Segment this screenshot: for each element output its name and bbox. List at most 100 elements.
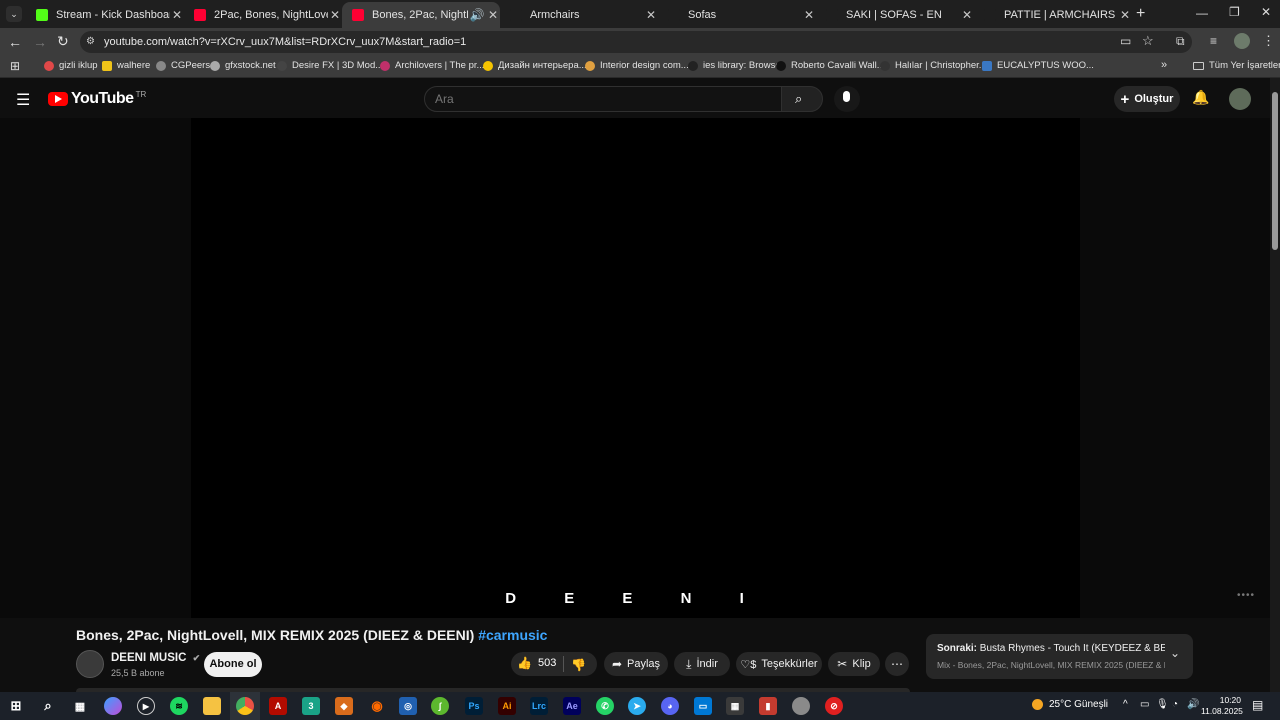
tab-saki-sofas[interactable]: SAKI | SOFAS - EN ✕ (816, 2, 974, 28)
download-button[interactable]: ⤓ İndir (674, 652, 730, 676)
calculator-icon[interactable]: ▦ (726, 697, 744, 715)
dislike-button[interactable]: 👎 (571, 656, 586, 674)
bookmark-item[interactable]: gizli iklup (44, 60, 98, 71)
speaker-icon[interactable]: 🔊 (468, 8, 486, 22)
after-effects-icon[interactable]: Ae (563, 697, 581, 715)
tab-kick-dashboard[interactable]: Stream - Kick Dashboard ✕ (26, 2, 184, 28)
voice-search-button[interactable] (834, 86, 860, 112)
forward-icon[interactable]: → (33, 34, 47, 50)
extensions-icon[interactable]: ⧉ (1176, 34, 1185, 49)
scrollbar-thumb[interactable] (1272, 92, 1278, 250)
minimize-button[interactable]: — (1196, 6, 1208, 20)
bookmark-item[interactable]: CGPeers (156, 60, 210, 71)
chevron-down-icon[interactable]: ⌄ (1170, 646, 1180, 660)
tab-armchairs[interactable]: Armchairs ✕ (500, 2, 658, 28)
new-tab-button[interactable]: + (1136, 5, 1145, 23)
telegram-icon[interactable]: ➤ (628, 697, 646, 715)
hamburger-menu-icon[interactable]: ☰ (16, 90, 30, 110)
tab-sofas[interactable]: Sofas ✕ (658, 2, 816, 28)
close-tab-icon[interactable]: ✕ (1118, 8, 1132, 22)
wifi-icon[interactable]: ◔ (1172, 699, 1178, 710)
bookmark-item[interactable]: EUCALYPTUS WOO... (982, 60, 1094, 71)
bookmark-item[interactable]: Halılar | Christopher... (880, 60, 987, 71)
app-gray-icon[interactable] (792, 697, 810, 715)
create-button[interactable]: + Oluştur (1114, 86, 1180, 112)
file-explorer-icon[interactable] (203, 697, 221, 715)
bookmark-item[interactable]: ies library: Browse (688, 60, 781, 71)
app-red-round-icon[interactable]: ⊘ (825, 697, 843, 715)
notification-center-icon[interactable]: ▤ (1252, 698, 1263, 712)
more-bookmarks-icon[interactable]: » (1161, 59, 1167, 71)
close-tab-icon[interactable]: ✕ (486, 8, 500, 22)
volume-icon[interactable]: 🔊 (1187, 699, 1199, 710)
discord-icon[interactable]: ◕ (661, 697, 679, 715)
apps-grid-icon[interactable]: ⊞ (10, 59, 20, 73)
photoshop-icon[interactable]: Ps (465, 697, 483, 715)
microphone-tray-icon[interactable]: 🎙 (1156, 699, 1169, 710)
close-tab-icon[interactable]: ✕ (960, 8, 974, 22)
site-info-icon[interactable]: ⚙ (86, 36, 95, 47)
app-blue-icon[interactable]: ◎ (399, 697, 417, 715)
close-window-button[interactable]: ✕ (1261, 5, 1271, 19)
all-bookmarks-folder[interactable]: Tüm Yer İşaretleri (1193, 60, 1280, 71)
whatsapp-icon[interactable]: ✆ (596, 697, 614, 715)
bookmark-item[interactable]: gfxstock.net (210, 60, 276, 71)
more-actions-button[interactable]: ⋯ (885, 652, 909, 676)
illustrator-icon[interactable]: Ai (498, 697, 516, 715)
bookmark-item[interactable]: Archilovers | The pr... (380, 60, 484, 71)
tab-youtube-mix[interactable]: 2Pac, Bones, NightLovell, Mix | ✕ (184, 2, 342, 28)
acrobat-icon[interactable]: A (269, 697, 287, 715)
windows-start-icon[interactable]: ⊞ (7, 697, 25, 715)
up-next-card[interactable]: Sonraki: Busta Rhymes - Touch It (KEYDEE… (926, 634, 1193, 679)
tray-app-icon[interactable]: ▭ (1140, 699, 1149, 710)
channel-avatar[interactable] (76, 650, 104, 678)
search-input[interactable] (424, 86, 782, 112)
bookmark-item[interactable]: Interior design com... (585, 60, 689, 71)
thanks-button[interactable]: ♡$ Teşekkürler (736, 652, 822, 676)
clock[interactable]: 10:20 11.08.2025 (1201, 695, 1243, 717)
app-red-icon[interactable]: ▮ (759, 697, 777, 715)
lightroom-classic-icon[interactable]: Lrc (530, 697, 548, 715)
task-view-icon[interactable]: ▦ (71, 697, 89, 715)
notifications-bell-icon[interactable]: 🔔 (1192, 89, 1209, 106)
clip-button[interactable]: ✂ Klip (828, 652, 880, 676)
copilot-icon[interactable] (104, 697, 122, 715)
video-player[interactable]: D E E N I (191, 118, 1080, 618)
url-text[interactable]: youtube.com/watch?v=rXCrv_uux7M&list=RDr… (104, 36, 466, 48)
close-tab-icon[interactable]: ✕ (644, 8, 658, 22)
bookmark-item[interactable]: Desire FX | 3D Mod... (277, 60, 383, 71)
app-green-icon[interactable]: ∫ (431, 697, 449, 715)
restore-button[interactable]: ❐ (1229, 5, 1240, 19)
tray-chevron-icon[interactable]: ^ (1123, 699, 1128, 710)
youtube-logo[interactable]: YouTube TR (48, 90, 146, 108)
brave-icon[interactable]: ◉ (368, 697, 386, 715)
3dsmax-icon[interactable]: 3 (302, 697, 320, 715)
profile-avatar-icon[interactable] (1234, 33, 1250, 49)
account-avatar[interactable] (1229, 88, 1251, 110)
cast-icon[interactable]: ▭ (1120, 34, 1131, 48)
like-button[interactable]: 👍 503 (517, 656, 556, 670)
player-more-icon[interactable]: •••• (1237, 590, 1255, 601)
back-icon[interactable]: ← (8, 34, 22, 50)
remote-desktop-icon[interactable]: ▭ (694, 697, 712, 715)
close-tab-icon[interactable]: ✕ (328, 8, 342, 22)
tab-pattie-armchairs[interactable]: PATTIE | ARMCHAIRS - EN ✕ (974, 2, 1132, 28)
spotify-icon[interactable]: ≋ (170, 697, 188, 715)
browser-menu-icon[interactable]: ⋮ (1262, 33, 1275, 49)
reload-icon[interactable]: ↻ (57, 33, 69, 50)
media-player-icon[interactable]: ▶ (137, 697, 155, 715)
weather-widget[interactable]: 25°C Güneşli (1032, 699, 1108, 710)
search-button[interactable]: ⌕ (781, 86, 823, 112)
subscribe-button[interactable]: Abone ol (204, 652, 262, 677)
bookmark-item[interactable]: Дизайн интерьера... (483, 60, 587, 71)
close-tab-icon[interactable]: ✕ (802, 8, 816, 22)
tab-youtube-current[interactable]: Bones, 2Pac, NightLovell, M 🔊 ✕ (342, 2, 500, 28)
sketchup-icon[interactable]: ◆ (335, 697, 353, 715)
video-hashtag-link[interactable]: #carmusic (478, 627, 547, 643)
search-icon[interactable]: ⌕ (39, 697, 57, 715)
share-button[interactable]: ➦ Paylaş (604, 652, 668, 676)
close-tab-icon[interactable]: ✕ (170, 8, 184, 22)
bookmark-item[interactable]: walhere (102, 60, 150, 71)
channel-name[interactable]: DEENI MUSIC ✔ (111, 652, 200, 664)
tab-search-button[interactable]: ⌄ (6, 6, 22, 22)
